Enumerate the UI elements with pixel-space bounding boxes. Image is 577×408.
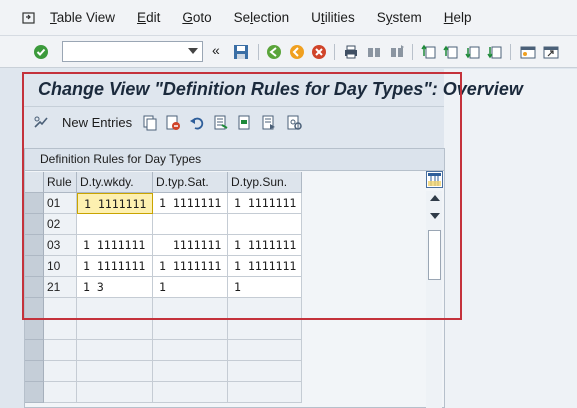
- menu-help[interactable]: Help: [444, 10, 472, 25]
- empty-cell: [77, 319, 153, 340]
- previous-page-icon[interactable]: [443, 44, 459, 60]
- empty-cell: [44, 361, 77, 382]
- menu-utilities[interactable]: Utilities: [311, 10, 355, 25]
- back-icon[interactable]: [266, 44, 282, 60]
- empty-cell: [153, 319, 228, 340]
- empty-cell: [77, 340, 153, 361]
- row-selector[interactable]: [25, 319, 44, 340]
- toolbar-separator: [258, 44, 259, 60]
- toolbar-separator: [510, 44, 511, 60]
- last-page-icon[interactable]: [487, 44, 503, 60]
- row-selector[interactable]: [25, 361, 44, 382]
- empty-cell: [153, 340, 228, 361]
- first-page-icon[interactable]: [421, 44, 437, 60]
- new-session-icon[interactable]: [520, 44, 536, 60]
- back-collapse-icon[interactable]: «: [212, 42, 228, 58]
- empty-cell: [153, 361, 228, 382]
- menu-bar: Table View Edit Goto Selection Utilities…: [0, 0, 577, 36]
- print-icon[interactable]: [343, 44, 359, 60]
- empty-cell: [228, 319, 302, 340]
- empty-cell: [228, 382, 302, 403]
- menu-edit[interactable]: Edit: [137, 10, 160, 25]
- menu-selection[interactable]: Selection: [234, 10, 290, 25]
- row-selector[interactable]: [25, 340, 44, 361]
- menu-icon[interactable]: [22, 11, 36, 25]
- empty-cell: [228, 361, 302, 382]
- toolbar-separator: [334, 44, 335, 60]
- empty-cell: [228, 340, 302, 361]
- empty-cell: [153, 382, 228, 403]
- system-toolbar: «: [0, 36, 577, 68]
- command-field[interactable]: [62, 41, 203, 62]
- empty-cell: [77, 361, 153, 382]
- menu-goto[interactable]: Goto: [182, 10, 211, 25]
- menu-system[interactable]: System: [377, 10, 422, 25]
- highlight-annotation: [22, 72, 462, 320]
- empty-cell: [44, 319, 77, 340]
- next-page-icon[interactable]: [465, 44, 481, 60]
- command-dropdown-icon[interactable]: [188, 48, 198, 54]
- shortcut-icon[interactable]: [543, 44, 559, 60]
- empty-cell: [44, 340, 77, 361]
- menu-table-view[interactable]: Table View: [50, 10, 115, 25]
- right-panel: [444, 69, 577, 408]
- exit-icon[interactable]: [289, 44, 305, 60]
- row-selector[interactable]: [25, 382, 44, 403]
- enter-icon[interactable]: [33, 44, 49, 60]
- toolbar-separator: [412, 44, 413, 60]
- save-icon[interactable]: [233, 44, 249, 60]
- find-icon[interactable]: [366, 44, 382, 60]
- empty-cell: [44, 382, 77, 403]
- find-next-icon[interactable]: [389, 44, 405, 60]
- empty-cell: [77, 382, 153, 403]
- cancel-icon[interactable]: [311, 44, 327, 60]
